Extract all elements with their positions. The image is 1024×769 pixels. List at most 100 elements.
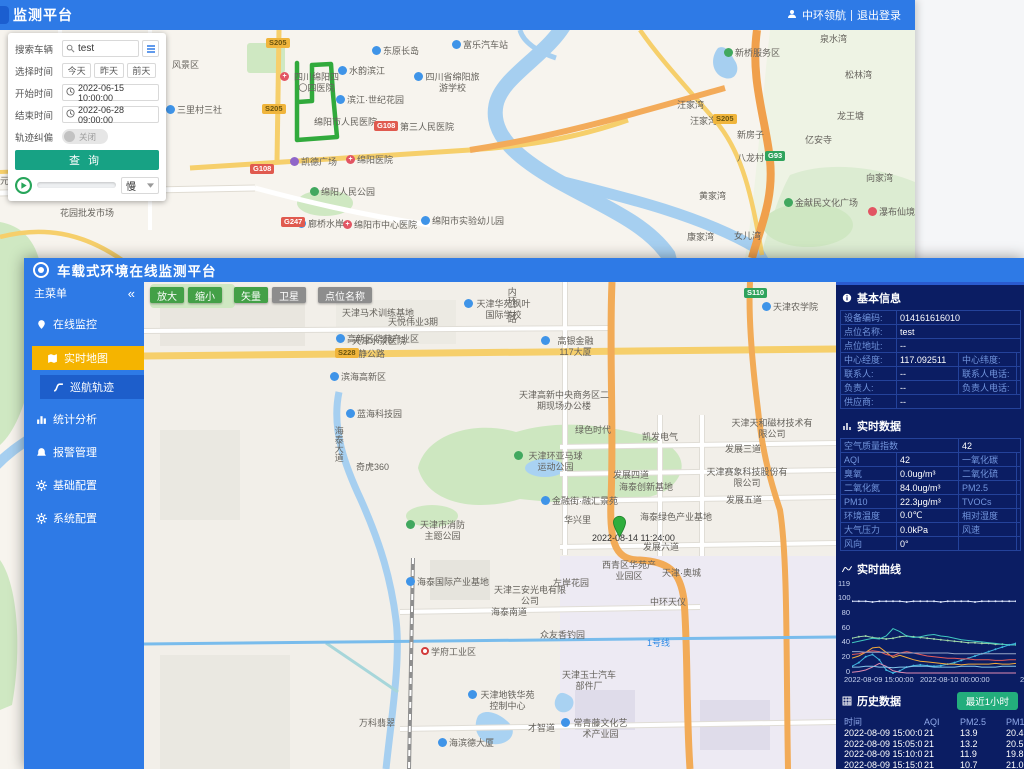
- vehicle-list-button[interactable]: [142, 40, 159, 57]
- map-label: 凯德广场: [290, 157, 337, 168]
- map-label: 水韵滨江: [338, 66, 385, 77]
- table-row: 风向0°: [841, 537, 1021, 551]
- realtime-map[interactable]: 放大缩小矢量卫星点位名称 2022-08-14 11:24:00 天津马术训练基…: [144, 282, 836, 769]
- time-quick-button[interactable]: 今天: [62, 63, 91, 78]
- sidebar-item-label: 实时地图: [64, 350, 108, 366]
- sidebar-item-label: 巡航轨迹: [70, 379, 114, 395]
- map-label: 众友香钓园: [540, 630, 585, 641]
- sidebar-item-realtime-map[interactable]: 实时地图: [32, 346, 144, 370]
- table-row: 2022-08-09 15:10:002111.919.8: [842, 749, 1024, 760]
- last-hour-button[interactable]: 最近1小时: [957, 692, 1018, 710]
- school-poi-icon: [762, 302, 771, 311]
- map-label: 金献民文化广场: [784, 198, 858, 209]
- map-label: 华兴里: [564, 515, 591, 526]
- realtime-curve-chart: 1191008060402002022-08-09 15:00:002022-0…: [838, 581, 1024, 685]
- vehicle-marker-pin[interactable]: [612, 515, 627, 543]
- sidebar-item-online-monitor[interactable]: 在线监控: [24, 311, 144, 337]
- park-poi-icon: [406, 520, 415, 529]
- vehicle-search-input[interactable]: test: [62, 40, 139, 57]
- bell-icon: [36, 447, 47, 458]
- blue-poi-icon: [336, 95, 345, 104]
- gear-icon: [36, 480, 47, 491]
- map-label: 天津高新中央商务区二期现场办公楼: [518, 390, 610, 412]
- chart-series-series-3: [852, 629, 1016, 645]
- line-chart-icon: [842, 564, 852, 574]
- map-label: 内环二路: [506, 287, 517, 323]
- map-label: 海泰大道: [333, 426, 344, 462]
- vehicle-search-value: test: [78, 43, 94, 54]
- sidebar-item-alarm-manage[interactable]: 报警管理: [24, 439, 144, 465]
- sidebar-item-stats-analysis[interactable]: 统计分析: [24, 406, 144, 432]
- map-label: 天津地铁华苑控制中心: [468, 690, 536, 712]
- user-menu[interactable]: 中环领航 退出登录: [787, 7, 901, 23]
- clock-icon: [66, 87, 75, 98]
- divider: [851, 10, 852, 21]
- purple-poi-icon: [290, 157, 299, 166]
- clock-icon: [66, 109, 75, 120]
- hospital-poi-icon: +: [343, 220, 352, 229]
- fg-window-header: 车载式环境在线监测平台: [24, 258, 1024, 282]
- realtime-data-icon: [842, 421, 852, 431]
- map-label: 八龙村: [737, 153, 764, 164]
- point-names-button[interactable]: 点位名称: [318, 287, 372, 303]
- map-label: 发展四道: [613, 470, 649, 481]
- track-correction-toggle[interactable]: 关闭: [62, 129, 108, 144]
- vector-button[interactable]: 矢量: [234, 287, 268, 303]
- time-quick-button[interactable]: 前天: [127, 63, 156, 78]
- sidebar-item-label: 报警管理: [53, 444, 97, 460]
- park-poi-icon: [784, 198, 793, 207]
- chart-y-tick: 20: [838, 652, 850, 661]
- chart-y-tick: 100: [838, 593, 850, 602]
- sidebar-item-system-config[interactable]: 系统配置: [24, 505, 144, 531]
- start-time-input[interactable]: 2022-06-15 10:00:00: [62, 84, 159, 101]
- map-label: 天津华苑枫叶国际学校: [464, 299, 532, 321]
- map-label: 1号线: [647, 638, 670, 649]
- blue-poi-icon: [541, 336, 550, 345]
- query-button[interactable]: 查询: [15, 150, 159, 170]
- map-label: 东原长岛: [372, 46, 419, 57]
- road-badge: S205: [713, 114, 737, 124]
- road-badge: G93: [765, 151, 785, 161]
- chart-y-tick: 40: [838, 637, 850, 646]
- table-row: 二氧化氮84.0ug/m³PM2.5: [841, 481, 1021, 495]
- speed-select[interactable]: 慢: [121, 177, 159, 194]
- logout-link[interactable]: 退出登录: [857, 7, 901, 23]
- curve-section-header: 实时曲线: [836, 556, 1024, 580]
- table-row: 空气质量指数42: [841, 439, 1021, 453]
- time-quick-buttons: 今天昨天前天: [62, 63, 159, 78]
- chart-x-tick: 2022-08-10 00:00:00: [920, 675, 990, 684]
- map-icon: [47, 353, 58, 364]
- map-label: 绵阳人民公园: [310, 187, 375, 198]
- zoom-in-button[interactable]: 放大: [150, 287, 184, 303]
- table-row: 负责人:--负责人电话:: [841, 381, 1021, 395]
- map-label: 海泰国际产业基地: [406, 577, 489, 588]
- play-button[interactable]: [15, 177, 32, 194]
- platform-logo: [33, 262, 49, 278]
- blue-poi-icon: [166, 105, 175, 114]
- zoom-out-button[interactable]: 缩小: [188, 287, 222, 303]
- playback-progress-slider[interactable]: [37, 182, 116, 188]
- map-label: 绿色时代: [575, 425, 611, 436]
- map-label: +第三人民医院: [389, 122, 454, 133]
- map-toolbar: 放大缩小矢量卫星点位名称: [150, 287, 376, 303]
- map-label: 金融街·融汇景苑: [541, 496, 618, 507]
- chart-y-tick: 80: [838, 608, 850, 617]
- grid-icon: [842, 696, 852, 706]
- table-row: 联系人:--联系人电话:: [841, 367, 1021, 381]
- map-label: 四川省绵阳旅游学校: [414, 72, 480, 94]
- time-quick-button[interactable]: 昨天: [94, 63, 123, 78]
- sidebar-item-base-config[interactable]: 基础配置: [24, 472, 144, 498]
- map-label: 天津·奥城: [662, 568, 701, 579]
- speed-value: 慢: [126, 178, 136, 193]
- end-time-input[interactable]: 2022-06-28 09:00:00: [62, 106, 159, 123]
- blue-poi-icon: [336, 334, 345, 343]
- satellite-button[interactable]: 卫星: [272, 287, 306, 303]
- road-badge: S205: [266, 38, 290, 48]
- table-row: 设备编码:014161616010: [841, 311, 1021, 325]
- collapse-sidebar-icon[interactable]: «: [128, 286, 135, 301]
- bars-icon: [36, 414, 47, 425]
- road-badge: S205: [262, 104, 286, 114]
- park-poi-icon: [724, 48, 733, 57]
- sidebar-item-cruise-track[interactable]: 巡航轨迹: [40, 375, 144, 399]
- app-logo: [0, 6, 9, 24]
